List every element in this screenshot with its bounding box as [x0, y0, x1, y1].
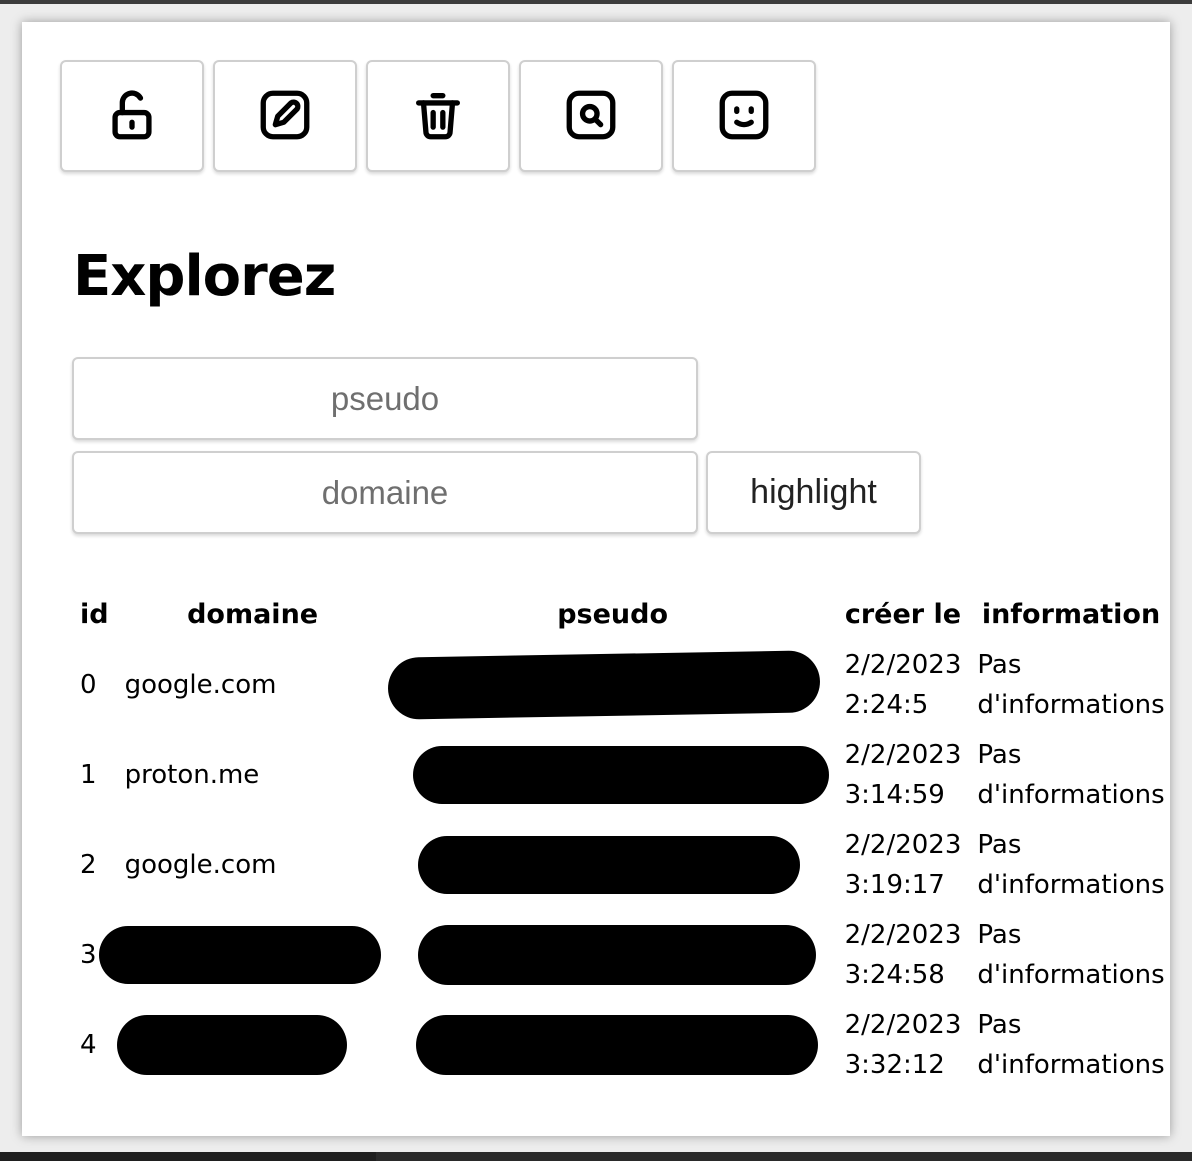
- cell-domaine: google.com: [124, 850, 277, 880]
- cell-pseudo: [389, 910, 837, 1000]
- created-time: 3:19:17: [844, 870, 945, 900]
- created-date: 2/2/2023: [844, 1010, 962, 1040]
- domaine-input[interactable]: [72, 451, 698, 534]
- header-pseudo: pseudo: [557, 598, 668, 630]
- unlock-icon: [103, 86, 161, 147]
- created-date: 2/2/2023: [844, 740, 962, 770]
- cell-id: 4: [80, 1030, 97, 1060]
- redaction-mark: [417, 836, 800, 894]
- explore-panel: Explorez highlight id domaine pseudo cré…: [22, 22, 1170, 1136]
- cell-domaine: [116, 1000, 389, 1090]
- cell-information: Pas d'informations: [969, 640, 1170, 730]
- table-row[interactable]: 0 google.com 2/2/2023 2:24:5 Pas d'infor…: [72, 640, 1170, 730]
- window-top-edge: [0, 0, 1192, 4]
- window-frame: Explorez highlight id domaine pseudo cré…: [0, 0, 1192, 1161]
- edit-button[interactable]: [213, 60, 357, 172]
- unlock-button[interactable]: [60, 60, 204, 172]
- cell-created: 2/2/2023 3:32:12: [837, 1000, 970, 1090]
- information-line-2: d'informations: [977, 1050, 1165, 1080]
- redaction-mark: [412, 746, 829, 804]
- table-row[interactable]: 3 2/2/2023 3:24:58 Pas d'informations: [72, 910, 1170, 1000]
- cell-pseudo: [387, 640, 837, 730]
- cell-domaine: [98, 910, 389, 1000]
- created-date: 2/2/2023: [844, 830, 962, 860]
- table-header-row: id domaine pseudo créer le information: [72, 588, 1170, 640]
- redaction-mark: [417, 925, 816, 985]
- cell-information: Pas d'informations: [969, 820, 1170, 910]
- redaction-mark: [116, 1015, 347, 1075]
- information-line-2: d'informations: [977, 960, 1165, 990]
- information-line-2: d'informations: [977, 870, 1165, 900]
- delete-button[interactable]: [366, 60, 510, 172]
- cell-id: 2: [80, 850, 97, 880]
- cell-created: 2/2/2023 3:14:59: [837, 730, 970, 820]
- cell-pseudo: [389, 1000, 837, 1090]
- table-row[interactable]: 4 2/2/2023 3:32:12 Pas d'informations: [72, 1000, 1170, 1090]
- redaction-mark: [415, 1015, 818, 1075]
- window-bottom-edge: [0, 1152, 1192, 1161]
- header-created: créer le: [844, 598, 962, 630]
- redaction-mark: [98, 926, 381, 984]
- taskbar-strip: [376, 1152, 1192, 1161]
- smiley-button[interactable]: [672, 60, 816, 172]
- pseudo-input[interactable]: [72, 357, 698, 440]
- edit-icon: [256, 86, 314, 147]
- information-line-2: d'informations: [977, 690, 1165, 720]
- accounts-table: id domaine pseudo créer le information 0…: [72, 588, 1170, 1090]
- highlight-button[interactable]: highlight: [706, 451, 921, 534]
- cell-id: 1: [80, 760, 97, 790]
- information-line-1: Pas: [977, 650, 1022, 680]
- cell-domaine: proton.me: [124, 760, 260, 790]
- created-time: 3:24:58: [844, 960, 945, 990]
- cell-created: 2/2/2023 3:19:17: [837, 820, 970, 910]
- information-line-1: Pas: [977, 830, 1022, 860]
- table-row[interactable]: 2 google.com 2/2/2023 3:19:17 Pas d'info…: [72, 820, 1170, 910]
- information-line-1: Pas: [977, 920, 1022, 950]
- header-domaine: domaine: [187, 598, 319, 630]
- information-line-1: Pas: [977, 1010, 1022, 1040]
- cell-id: 0: [80, 670, 97, 700]
- cell-domaine: google.com: [124, 670, 277, 700]
- table-row[interactable]: 1 proton.me 2/2/2023 3:14:59 Pas d'infor…: [72, 730, 1170, 820]
- created-date: 2/2/2023: [844, 920, 962, 950]
- created-date: 2/2/2023: [844, 650, 962, 680]
- created-time: 3:32:12: [844, 1050, 945, 1080]
- cell-created: 2/2/2023 3:24:58: [837, 910, 970, 1000]
- created-time: 3:14:59: [844, 780, 945, 810]
- search-button[interactable]: [519, 60, 663, 172]
- redaction-mark: [387, 650, 821, 720]
- cell-pseudo: [389, 730, 837, 820]
- information-line-2: d'informations: [977, 780, 1165, 810]
- toolbar: [60, 60, 816, 172]
- page-title: Explorez: [73, 244, 336, 309]
- smiley-icon: [715, 86, 773, 147]
- header-id: id: [80, 598, 109, 630]
- cell-information: Pas d'informations: [969, 910, 1170, 1000]
- created-time: 2:24:5: [844, 690, 929, 720]
- information-line-1: Pas: [977, 740, 1022, 770]
- cell-information: Pas d'informations: [969, 730, 1170, 820]
- header-information: information: [981, 598, 1161, 630]
- search-icon: [562, 86, 620, 147]
- cell-information: Pas d'informations: [969, 1000, 1170, 1090]
- trash-icon: [409, 86, 467, 147]
- cell-created: 2/2/2023 2:24:5: [837, 640, 970, 730]
- cell-pseudo: [389, 820, 837, 910]
